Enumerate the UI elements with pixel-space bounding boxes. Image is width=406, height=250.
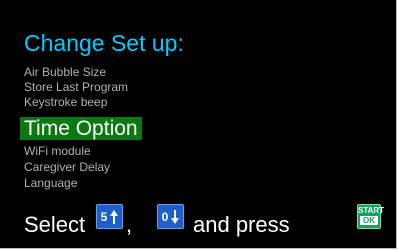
arrow-up-icon xyxy=(110,209,119,224)
arrow-down-icon xyxy=(171,209,180,224)
menu-item-time-option[interactable]: Time Option xyxy=(20,117,142,140)
down-key-digit: 0 xyxy=(161,209,169,224)
footer-comma: , xyxy=(126,212,133,237)
footer-instruction: Select xyxy=(24,212,85,238)
menu-item-keystroke-beep[interactable]: Keystroke beep xyxy=(24,95,107,109)
menu-item-caregiver-delay[interactable]: Caregiver Delay xyxy=(24,160,110,174)
menu-item-wifi-module[interactable]: WiFi module xyxy=(24,144,91,158)
footer-select-text: Select xyxy=(24,212,86,237)
up-key-digit: 5 xyxy=(100,209,108,224)
start-ok-key[interactable]: START OK xyxy=(357,204,385,229)
menu-item-language[interactable]: Language xyxy=(24,176,77,190)
menu-item-store-last-program[interactable]: Store Last Program xyxy=(24,80,128,94)
device-screen: Change Set up: Air Bubble Size Store Las… xyxy=(0,0,397,249)
down-key[interactable]: 0 xyxy=(157,204,184,229)
up-key[interactable]: 5 xyxy=(96,204,123,229)
start-key-label: START xyxy=(358,206,385,215)
menu-item-air-bubble-size[interactable]: Air Bubble Size xyxy=(24,65,106,79)
footer-and-press: and press xyxy=(193,212,290,237)
ok-key-label: OK xyxy=(360,216,378,225)
screen-title: Change Set up: xyxy=(24,30,184,56)
